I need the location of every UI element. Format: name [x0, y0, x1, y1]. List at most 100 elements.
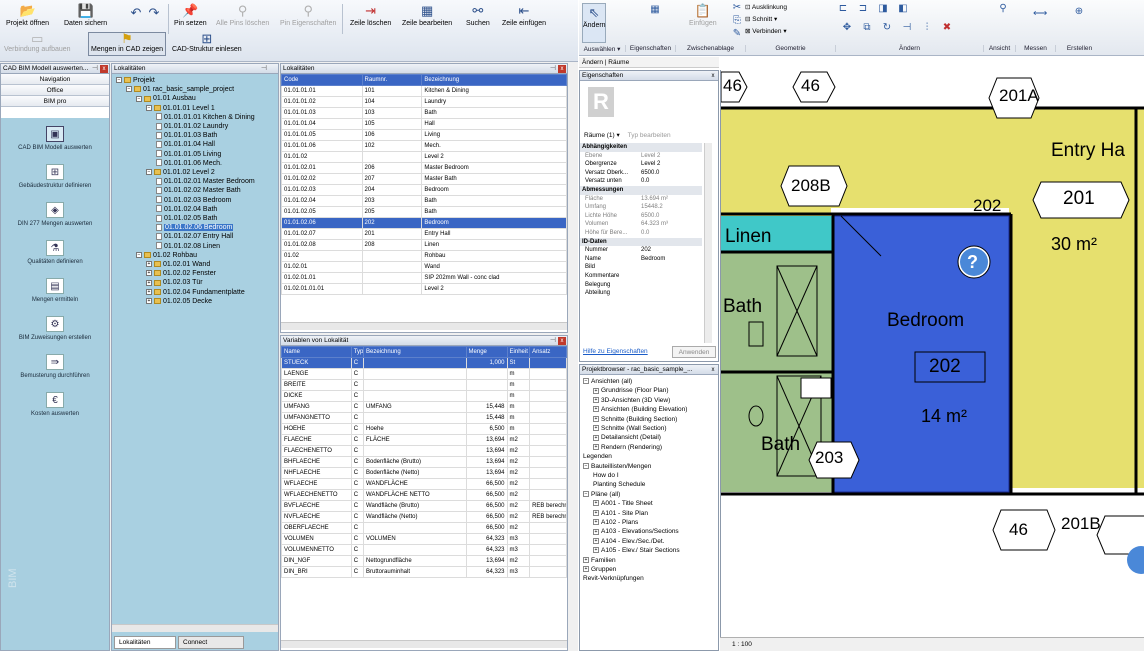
expand-icon[interactable]: −: [583, 491, 589, 498]
pin-properties-button[interactable]: ⚲ Pin Eigenschaften: [280, 4, 336, 28]
paste-button[interactable]: 📋 Einfügen: [689, 4, 717, 28]
expand-icon[interactable]: −: [136, 251, 142, 258]
property-value[interactable]: Level 2: [641, 152, 701, 161]
browser-node[interactable]: + A101 - Site Plan: [593, 510, 648, 518]
show-in-cad-button[interactable]: ⚑ Mengen in CAD zeigen: [88, 32, 166, 56]
browser-node[interactable]: +3D-Ansichten (3D View): [593, 397, 670, 405]
expand-icon[interactable]: −: [583, 378, 589, 385]
browser-node[interactable]: + A103 - Elevations/Sections: [593, 528, 679, 536]
browser-node[interactable]: + A105 - Elev./ Stair Sections: [593, 547, 680, 555]
table-row[interactable]: 01.01.01.03 103 Bath: [281, 107, 567, 119]
mirror-icon[interactable]: ◨: [877, 3, 889, 14]
close-icon[interactable]: x: [558, 337, 566, 345]
tool-bim-assign[interactable]: ⚙ BIM Zuweisungen erstellen: [1, 316, 109, 342]
undo-button[interactable]: ↶: [128, 6, 144, 22]
tab-localities[interactable]: Lokalitäten: [114, 636, 176, 649]
room-tag-46b[interactable]: 46: [801, 76, 820, 96]
property-value[interactable]: 0.0: [641, 229, 701, 238]
trim-icon[interactable]: ⊣: [901, 22, 913, 33]
table-row[interactable]: 01.01.02.03 204 Bedroom: [281, 184, 567, 196]
column-header[interactable]: Bezeichnung: [421, 74, 567, 86]
align-icon[interactable]: ⊏: [837, 3, 849, 14]
delete-row-button[interactable]: ⇥ Zeile löschen: [350, 4, 391, 28]
tree-node[interactable]: 01.01.02.08 Linen: [156, 242, 220, 251]
room-tag-46[interactable]: 46: [723, 76, 742, 96]
table-row[interactable]: DIN_NGF C Nettogrundfläche 13,694 m2: [281, 555, 567, 567]
expand-icon[interactable]: +: [583, 566, 589, 573]
offset-icon[interactable]: ⊐: [857, 3, 869, 14]
tab-connect[interactable]: Connect: [178, 636, 244, 649]
edit-type-button[interactable]: Typ bearbeiten: [628, 132, 671, 139]
property-value[interactable]: Bedroom: [641, 255, 701, 264]
tree-node[interactable]: 01.01.02.03 Bedroom: [156, 196, 231, 205]
delete-all-pins-button[interactable]: ⚲ Alle Pins löschen: [216, 4, 269, 28]
tree-node[interactable]: − 01 rac_basic_sample_project: [126, 85, 234, 94]
browser-node[interactable]: + A001 - Title Sheet: [593, 500, 653, 508]
property-category[interactable]: Abmessungen: [580, 186, 702, 195]
tool-sampling[interactable]: ⇛ Bemusterung durchführen: [1, 354, 109, 380]
tree-node[interactable]: 01.01.02.02 Master Bath: [156, 186, 241, 195]
table-row[interactable]: 01.01.02.04 203 Bath: [281, 195, 567, 207]
expand-icon[interactable]: +: [146, 297, 152, 304]
table-row[interactable]: BVFLAECHE C Wandfläche (Brutto) 66,500 m2 REB…: [281, 500, 567, 512]
property-row[interactable]: Abteilung: [580, 289, 702, 298]
close-icon[interactable]: x: [100, 65, 108, 73]
property-value[interactable]: 6500.0: [641, 169, 701, 178]
save-data-button[interactable]: 💾 Daten sichern: [64, 4, 107, 28]
table-row[interactable]: 01.01.01.04 105 Hall: [281, 118, 567, 130]
expand-icon[interactable]: +: [583, 556, 589, 563]
room-tag-203[interactable]: 203: [815, 448, 843, 468]
browser-node[interactable]: + A104 - Elev./Sec./Det.: [593, 538, 664, 546]
measure-icon[interactable]: ⟷: [1033, 8, 1047, 19]
browser-node[interactable]: + Gruppen: [583, 566, 616, 574]
property-row[interactable]: Belegung: [580, 281, 702, 290]
room-number-201[interactable]: 201: [1063, 188, 1095, 210]
room-name-entry-hall[interactable]: Entry Ha: [1051, 140, 1125, 162]
join-tool[interactable]: ⊠ Verbinden ▾: [745, 26, 787, 38]
expand-icon[interactable]: +: [593, 434, 599, 441]
column-header[interactable]: Menge: [465, 346, 508, 358]
tree-node[interactable]: 01.01.01.01 Kitchen & Dining: [156, 113, 255, 122]
property-row[interactable]: Höhe für Bere... 0.0: [580, 229, 702, 238]
tree-node[interactable]: 01.01.02.05 Bath: [156, 214, 217, 223]
tree-node[interactable]: 01.01.01.02 Laundry: [156, 122, 228, 131]
property-value[interactable]: 64.323 m³: [641, 220, 701, 229]
browser-node[interactable]: − Pläne (all): [583, 491, 620, 499]
pin-icon[interactable]: ⊣: [261, 64, 267, 73]
split-icon[interactable]: ⫶: [921, 22, 933, 33]
tree-node[interactable]: +01.02.02 Fenster: [146, 269, 216, 278]
table-row[interactable]: BREITE Cm: [281, 379, 567, 391]
table-row[interactable]: 01.01.01.02 104 Laundry: [281, 96, 567, 108]
pin-icon[interactable]: ⊣: [92, 64, 98, 73]
property-row[interactable]: Name Bedroom: [580, 255, 702, 264]
ribbon-group-select[interactable]: Auswählen ▾: [579, 45, 625, 53]
property-row[interactable]: Kommentare: [580, 272, 702, 281]
browser-node[interactable]: Legenden: [583, 453, 612, 461]
tool-bim-model[interactable]: ▣ CAD BIM Modell auswerten: [1, 126, 109, 152]
browser-node[interactable]: − Ansichten (all): [583, 378, 632, 386]
browser-node[interactable]: + A102 - Plans: [593, 519, 638, 527]
tree-node[interactable]: +01.02.04 Fundamentplatte: [146, 288, 245, 297]
table-row[interactable]: VOLUMENNETTO C 64,323 m3: [281, 544, 567, 556]
table-row[interactable]: FLAECHE C FLÄCHE 13,694 m2: [281, 434, 567, 446]
close-icon[interactable]: x: [709, 366, 717, 374]
property-row[interactable]: Bild: [580, 263, 702, 272]
properties-icon[interactable]: ▦: [649, 4, 661, 15]
floor-plan-canvas[interactable]: 46 46 201A Entry Ha 208B 202 201 30 m² L…: [720, 70, 1144, 637]
expand-icon[interactable]: −: [136, 95, 142, 102]
tool-qualities[interactable]: ⚗ Qualitäten definieren: [1, 240, 109, 266]
tree-node[interactable]: − 01.01.01 Level 1: [146, 104, 215, 113]
table-row[interactable]: UMFANGNETTO C 15,448 m: [281, 412, 567, 424]
table-row[interactable]: 01.01.02.02 207 Master Bath: [281, 173, 567, 185]
tree-node[interactable]: 01.01.02.06 Bedroom: [156, 223, 234, 232]
table-row[interactable]: DICKE Cm: [281, 390, 567, 402]
room-name-bath[interactable]: Bath: [723, 296, 762, 318]
insert-row-button[interactable]: ⇤ Zeile einfügen: [502, 4, 546, 28]
close-icon[interactable]: x: [709, 72, 717, 80]
type-selector[interactable]: Räume (1) ▾ Typ bearbeiten: [584, 131, 714, 141]
modify-button[interactable]: ⇖ Ändern: [582, 3, 606, 43]
nav-bim-pro[interactable]: BIM pro: [1, 96, 109, 107]
expand-icon[interactable]: +: [593, 425, 599, 432]
table-row[interactable]: 01.01.02.06 202 Bedroom: [281, 217, 567, 229]
expand-icon[interactable]: −: [126, 86, 132, 93]
